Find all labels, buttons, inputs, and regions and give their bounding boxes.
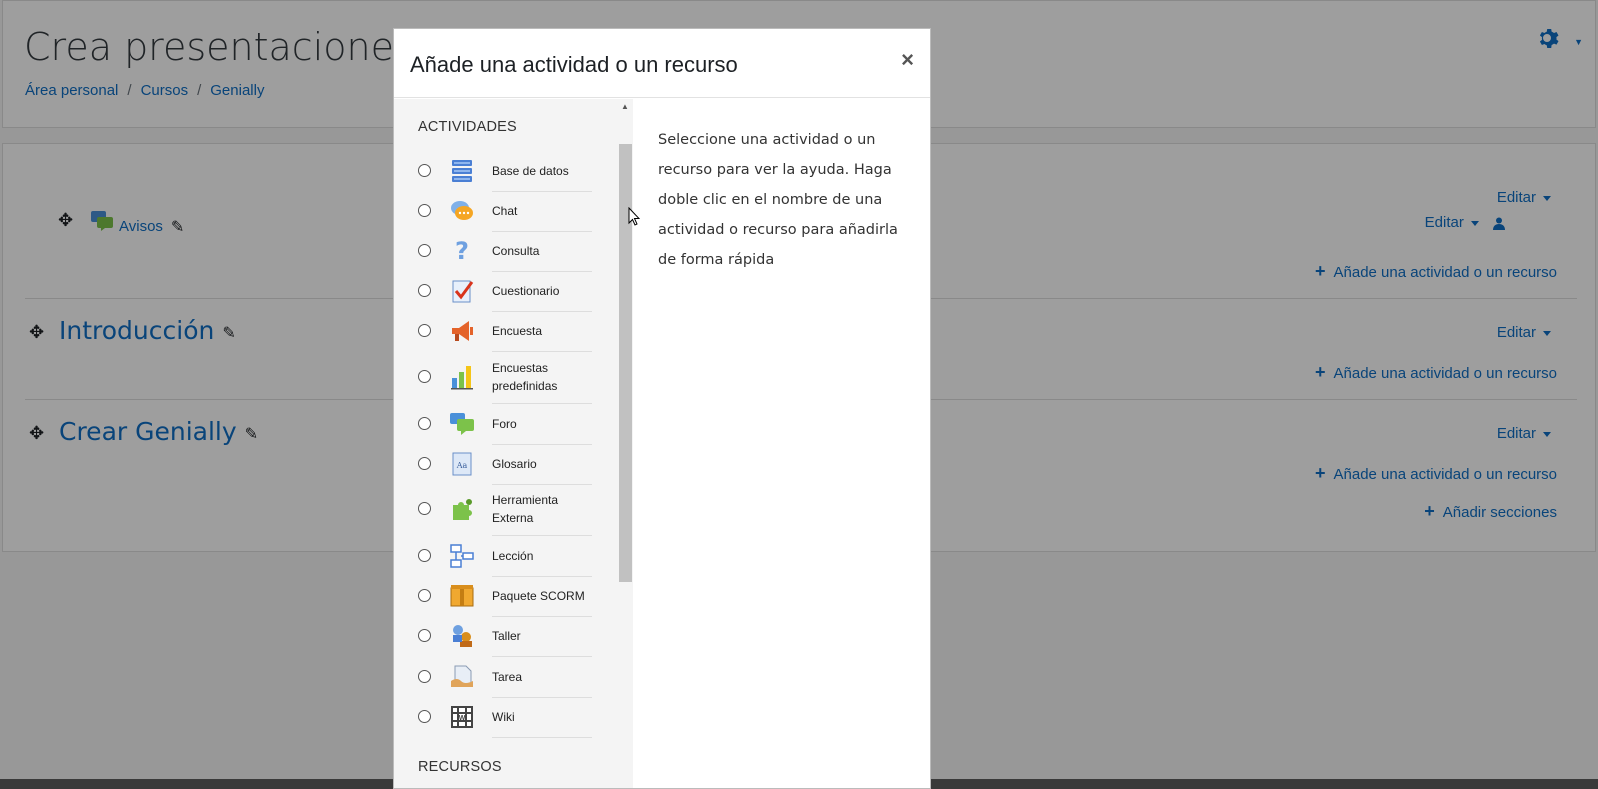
option-divider: [492, 444, 592, 445]
forum-icon: [450, 413, 474, 435]
activity-radio[interactable]: [418, 164, 431, 177]
option-divider: [492, 656, 592, 657]
option-divider: [492, 271, 592, 272]
assignment-icon: [451, 665, 473, 687]
puzzle-icon: [453, 499, 472, 520]
activity-chooser-dialog: Añade una actividad o un recurso × ACTIV…: [393, 28, 931, 789]
activity-label: Encuestas predefinidas: [492, 361, 558, 393]
activity-label: Lección: [492, 549, 534, 563]
activity-option[interactable]: Foro: [394, 411, 594, 437]
activity-label: Wiki: [492, 710, 515, 724]
activity-radio[interactable]: [418, 204, 431, 217]
activity-option[interactable]: Chat: [394, 198, 594, 224]
activity-label: Encuesta: [492, 324, 543, 338]
scroll-up-icon[interactable]: ▲: [621, 102, 629, 111]
activity-option[interactable]: Cuestionario: [394, 278, 594, 304]
activity-radio[interactable]: [418, 549, 431, 562]
activity-radio[interactable]: [418, 324, 431, 337]
option-divider: [492, 351, 592, 352]
svg-text:?: ?: [455, 238, 469, 264]
activity-option[interactable]: Lección: [394, 543, 594, 569]
activity-option[interactable]: Taller: [394, 623, 594, 649]
activity-label: Consulta: [492, 244, 540, 258]
help-text: Seleccione una actividad o un recurso pa…: [658, 132, 898, 268]
option-divider: [492, 484, 592, 485]
modal-title: Añade una actividad o un recurso: [410, 52, 738, 77]
lesson-icon: [450, 544, 474, 568]
close-icon[interactable]: ×: [901, 47, 914, 73]
option-divider: [492, 231, 592, 232]
option-divider: [492, 697, 592, 698]
workshop-icon: [453, 625, 472, 647]
database-icon: [452, 160, 472, 182]
option-divider: [492, 535, 592, 536]
activity-option[interactable]: Herramienta Externa: [394, 493, 594, 525]
wiki-icon: W: [451, 706, 473, 728]
option-divider: [492, 576, 592, 577]
option-divider: [492, 191, 592, 192]
option-divider: [492, 403, 592, 404]
option-divider: [492, 616, 592, 617]
activity-option[interactable]: Encuestas predefinidas: [394, 361, 594, 393]
activity-option[interactable]: Aa Glosario: [394, 451, 594, 477]
activity-radio[interactable]: [418, 370, 431, 383]
activity-radio[interactable]: [418, 457, 431, 470]
activity-radio[interactable]: [418, 589, 431, 602]
activity-label: Taller: [492, 629, 521, 643]
activity-option[interactable]: ? Consulta: [394, 238, 594, 264]
package-icon: [450, 585, 474, 607]
resources-heading: RECURSOS: [418, 759, 502, 775]
chat-icon: [451, 201, 473, 220]
activity-radio[interactable]: [418, 244, 431, 257]
activity-option[interactable]: Base de datos: [394, 158, 594, 184]
activity-radio[interactable]: [418, 417, 431, 430]
modal-header: Añade una actividad o un recurso ×: [394, 29, 930, 98]
activity-radio[interactable]: [418, 502, 431, 515]
mouse-cursor-icon: [628, 207, 640, 226]
activity-label: Herramienta Externa: [492, 493, 559, 525]
activity-radio[interactable]: [418, 670, 431, 683]
activity-label: Glosario: [492, 457, 537, 471]
activity-radio[interactable]: [418, 284, 431, 297]
help-panel: Seleccione una actividad o un recurso pa…: [633, 99, 930, 788]
glossary-icon: Aa: [452, 452, 472, 476]
svg-text:Aa: Aa: [456, 461, 468, 470]
activity-label: Paquete SCORM: [492, 589, 585, 603]
activity-label: Chat: [492, 204, 518, 218]
quiz-icon: [452, 280, 474, 303]
activities-heading: ACTIVIDADES: [418, 119, 517, 135]
option-divider: [492, 737, 592, 738]
activity-label: Cuestionario: [492, 284, 560, 298]
activity-option[interactable]: Tarea: [394, 664, 594, 690]
activity-option[interactable]: Encuesta: [394, 318, 594, 344]
question-icon: ?: [455, 238, 469, 264]
svg-text:W: W: [459, 715, 466, 722]
activity-label: Base de datos: [492, 164, 569, 178]
activity-radio[interactable]: [418, 710, 431, 723]
bar-chart-icon: [451, 366, 473, 390]
megaphone-icon: [452, 321, 473, 341]
activity-label: Tarea: [492, 670, 523, 684]
option-divider: [492, 311, 592, 312]
activity-radio[interactable]: [418, 629, 431, 642]
activity-option[interactable]: W Wiki: [394, 704, 594, 730]
activity-option[interactable]: Paquete SCORM: [394, 583, 594, 609]
activity-label: Foro: [492, 417, 517, 431]
